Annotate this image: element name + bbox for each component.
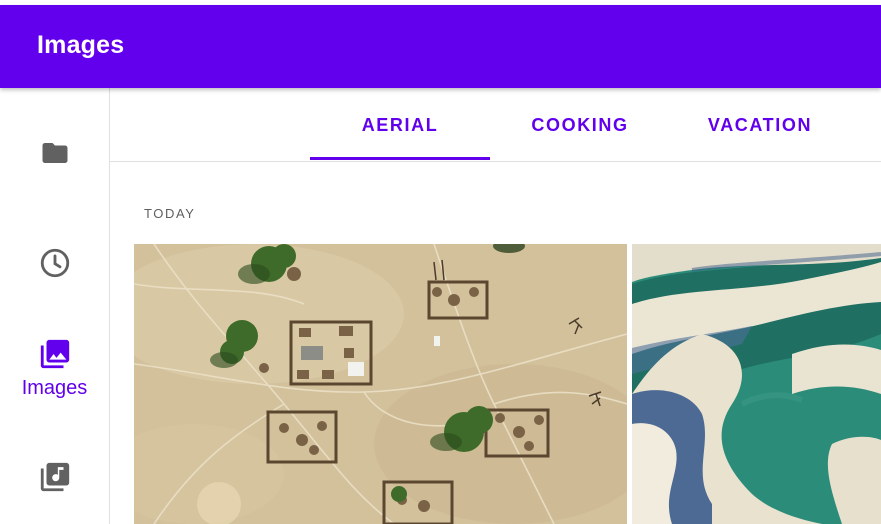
app-title: Images — [37, 31, 125, 59]
photo-aerial-village[interactable] — [134, 244, 627, 524]
aerial-dunes-lagoon-photo — [632, 244, 881, 524]
rail-item-folders[interactable] — [0, 138, 109, 168]
section-header-today: TODAY — [144, 206, 196, 221]
navigation-rail: Images — [0, 88, 110, 524]
active-tab-indicator — [310, 157, 490, 160]
music-library-icon — [40, 462, 69, 492]
rail-item-images[interactable]: Images — [0, 337, 109, 400]
tab-aerial[interactable]: AERIAL — [310, 88, 490, 160]
rail-item-recent[interactable] — [0, 246, 109, 280]
clock-icon — [40, 248, 69, 278]
rail-item-music[interactable] — [0, 460, 109, 494]
photo-library-icon — [40, 339, 69, 369]
top-app-bar: Images — [0, 5, 881, 88]
tab-bar: AERIAL COOKING VACATION — [110, 88, 881, 162]
rail-item-label: Images — [21, 377, 88, 399]
aerial-village-photo — [134, 244, 627, 524]
tab-vacation[interactable]: VACATION — [670, 88, 850, 160]
photo-aerial-dunes[interactable] — [632, 244, 881, 524]
tab-cooking[interactable]: COOKING — [490, 88, 670, 160]
folder-icon — [42, 143, 67, 163]
